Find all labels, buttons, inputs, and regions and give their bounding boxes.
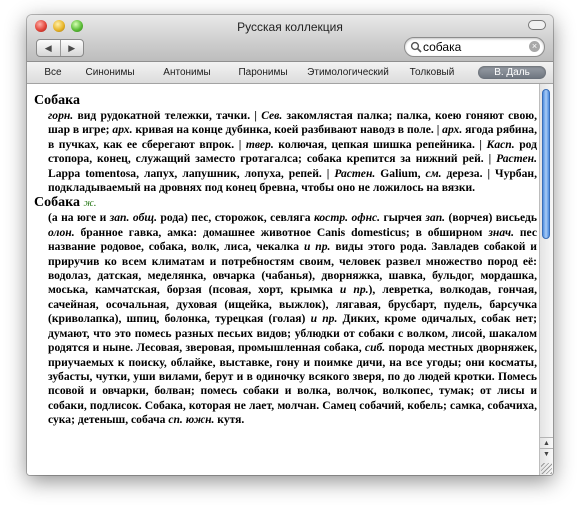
- tab-dal[interactable]: В. Даль: [478, 66, 546, 79]
- abbreviation: Сев.: [261, 109, 283, 122]
- toolbar-toggle-button[interactable]: [528, 20, 546, 30]
- definition-text: (ворчея) висьедь: [445, 211, 537, 225]
- window-title: Русская коллекция: [237, 20, 343, 34]
- definition-text: Lappa tomentosa, лапух, лапушник, лопуха…: [48, 166, 335, 180]
- definition-text: рода) пес, сторожок, севляга: [156, 211, 314, 225]
- entry-1: Собака горн. вид рудокатной тележки, тач…: [34, 93, 537, 195]
- definition-text: бранное гавка, амка: домашнее животное C…: [74, 225, 489, 239]
- back-forward-control: ◀ ▶: [36, 39, 84, 57]
- entry-2: Собака ж. (а на юге и зап. общ. рода) пе…: [34, 195, 537, 427]
- abbreviation: зап. общ.: [109, 211, 157, 225]
- abbreviation: Растен.: [334, 166, 376, 180]
- abbreviation: арх.: [442, 123, 463, 137]
- entry-definition: горн. вид рудокатной тележки, тачки. | С…: [48, 109, 537, 195]
- tab-paronyms[interactable]: Паронимы: [233, 66, 293, 79]
- tab-etymological[interactable]: Этимологический: [303, 66, 393, 79]
- abbreviation: зап.: [425, 211, 446, 225]
- abbreviation: и пр.: [339, 283, 369, 297]
- tab-synonyms[interactable]: Синонимы: [80, 66, 140, 79]
- abbreviation: костр. офнс.: [313, 211, 381, 225]
- definition-text: кривая на конце дубинка, коей разбивают …: [132, 123, 443, 137]
- definition-text: кутя.: [214, 413, 245, 427]
- tab-explanatory[interactable]: Толковый: [404, 66, 460, 79]
- scroll-down-arrow-icon[interactable]: ▼: [540, 448, 553, 460]
- search-icon: [410, 41, 422, 53]
- entry-headword: Собака: [34, 93, 80, 108]
- definition-text: колючая, цепкая шишка репейника. |: [273, 137, 487, 151]
- dictionary-tabs: Все Синонимы Антонимы Паронимы Этимологи…: [27, 62, 553, 84]
- definition-text: (а на юге и: [48, 211, 110, 225]
- definition-view[interactable]: Собака горн. вид рудокатной тележки, тач…: [27, 84, 540, 475]
- grammar-label: ж.: [83, 197, 97, 210]
- abbreviation: горн.: [48, 109, 74, 122]
- abbreviation: Растен.: [496, 152, 537, 166]
- abbreviation: и пр.: [303, 240, 331, 254]
- scroll-thumb[interactable]: [542, 89, 550, 239]
- clear-search-icon[interactable]: ×: [529, 41, 540, 52]
- tab-antonyms[interactable]: Антонимы: [157, 66, 217, 79]
- definition-text: вид рудокатной тележки, тачки. |: [73, 109, 262, 122]
- abbreviation: знач.: [488, 225, 514, 239]
- titlebar: Русская коллекция ◀ ▶ ×: [27, 15, 553, 62]
- search-input[interactable]: [423, 39, 519, 54]
- abbreviation: сиб.: [364, 341, 386, 355]
- entry-headword: Собака ж.: [34, 195, 97, 211]
- abbreviation: сп. южн.: [168, 413, 215, 427]
- abbreviation: арх.: [112, 123, 133, 137]
- dictionary-window: Русская коллекция ◀ ▶ × Все Синонимы Ант…: [27, 15, 553, 475]
- article: Собака горн. вид рудокатной тележки, тач…: [34, 93, 537, 428]
- entry-definition: (а на юге и зап. общ. рода) пес, сторожо…: [48, 211, 537, 427]
- resize-grip-icon[interactable]: [541, 463, 552, 474]
- back-button[interactable]: ◀: [37, 40, 60, 56]
- abbreviation: и пр.: [310, 312, 338, 326]
- forward-arrow-icon: ▶: [68, 42, 76, 53]
- vertical-scrollbar[interactable]: ▲ ▼: [539, 84, 553, 475]
- forward-button[interactable]: ▶: [59, 40, 84, 56]
- back-arrow-icon: ◀: [44, 42, 52, 53]
- tab-all[interactable]: Все: [39, 66, 67, 79]
- abbreviation: твер.: [245, 137, 274, 151]
- abbreviation: олон.: [48, 225, 75, 239]
- abbreviation: Касп.: [486, 137, 515, 151]
- definition-text: гырчея: [380, 211, 426, 225]
- abbreviation: см.: [425, 166, 442, 180]
- definition-text: Galium,: [375, 166, 426, 180]
- search-field[interactable]: ×: [404, 37, 545, 57]
